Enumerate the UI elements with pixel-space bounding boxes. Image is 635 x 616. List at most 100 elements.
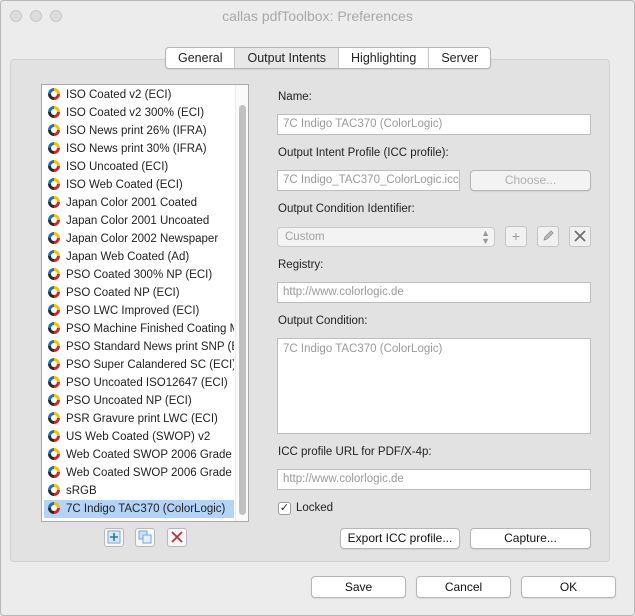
- profile-list-item[interactable]: Japan Color 2001 Coated: [44, 194, 234, 212]
- profile-list-item[interactable]: ISO Uncoated (ECI): [44, 158, 234, 176]
- tab-general[interactable]: General: [166, 48, 236, 68]
- profile-list-item[interactable]: 7C Indigo TAC370 (ColorLogic): [44, 500, 234, 518]
- profile-list[interactable]: ISO Coated v2 (ECI) ISO Coated v2 300% (E…: [41, 84, 249, 522]
- profile-list-item[interactable]: PSO Machine Finished Coating M: [44, 320, 234, 338]
- locked-checkbox[interactable]: ✓: [278, 502, 291, 515]
- add-profile-button[interactable]: [104, 528, 124, 547]
- edit-identifier-button[interactable]: [537, 226, 559, 247]
- profile-list-item-label: ISO Coated v2 (ECI): [66, 89, 172, 101]
- save-button[interactable]: Save: [311, 576, 406, 598]
- profile-list-item[interactable]: Web Coated SWOP 2006 Grade 5: [44, 464, 234, 482]
- profile-list-item-label: ISO News print 26% (IFRA): [66, 125, 207, 137]
- delete-profile-button[interactable]: [167, 528, 187, 547]
- output-condition-textarea[interactable]: 7C Indigo TAC370 (ColorLogic): [277, 338, 591, 434]
- color-profile-icon: [48, 322, 60, 334]
- profile-list-item[interactable]: Japan Color 2002 Newspaper: [44, 230, 234, 248]
- color-profile-icon: [48, 232, 60, 244]
- color-profile-icon: [48, 214, 60, 226]
- duplicate-profile-button[interactable]: [135, 528, 155, 547]
- profile-list-item-label: PSO Super Calandered SC (ECI): [66, 359, 234, 371]
- profile-list-item-label: ISO Web Coated (ECI): [66, 179, 183, 191]
- profile-list-item[interactable]: Web Coated SWOP 2006 Grade 3: [44, 446, 234, 464]
- delete-icon: [171, 531, 183, 543]
- profile-list-item-label: Japan Color 2001 Uncoated: [66, 215, 210, 227]
- profile-list-item-label: Japan Web Coated (Ad): [66, 251, 190, 263]
- icc-url-field[interactable]: http://www.colorlogic.de: [277, 469, 591, 490]
- profile-list-item[interactable]: sRGB: [44, 482, 234, 500]
- color-profile-icon: [48, 142, 60, 154]
- profile-list-item-label: PSO Uncoated ISO12647 (ECI): [66, 377, 228, 389]
- cancel-button[interactable]: Cancel: [416, 576, 511, 598]
- tab-server[interactable]: Server: [429, 48, 490, 68]
- tab-bar: General Output Intents Highlighting Serv…: [165, 47, 492, 69]
- profile-list-item[interactable]: ISO News print 26% (IFRA): [44, 122, 234, 140]
- color-profile-icon: [48, 124, 60, 136]
- tab-highlighting[interactable]: Highlighting: [339, 48, 430, 68]
- profile-list-item[interactable]: ISO Coated v2 (ECI): [44, 86, 234, 104]
- icc-profile-field[interactable]: 7C Indigo_TAC370_ColorLogic.icc: [277, 170, 460, 191]
- color-profile-icon: [48, 484, 60, 496]
- profile-list-item[interactable]: PSO LWC Improved (ECI): [44, 302, 234, 320]
- color-profile-icon: [48, 286, 60, 298]
- profile-list-item[interactable]: PSO Coated 300% NP (ECI): [44, 266, 234, 284]
- profile-list-item-label: Japan Color 2001 Coated: [66, 197, 198, 209]
- list-scrollbar-thumb[interactable]: [239, 105, 246, 515]
- remove-identifier-button[interactable]: [569, 226, 591, 247]
- select-value: Custom: [285, 231, 325, 243]
- registry-field[interactable]: http://www.colorlogic.de: [277, 282, 591, 303]
- profile-list-item-label: PSO Coated 300% NP (ECI): [66, 269, 213, 281]
- profile-list-item[interactable]: PSO Standard News print SNP (E: [44, 338, 234, 356]
- profile-list-item-label: 7C Indigo TAC370 (ColorLogic): [66, 503, 226, 515]
- profile-list-item[interactable]: US Web Coated (SWOP) v2: [44, 428, 234, 446]
- profile-list-item-label: PSO Uncoated NP (ECI): [66, 395, 192, 407]
- profile-list-item-label: PSO Coated NP (ECI): [66, 287, 180, 299]
- profile-list-item[interactable]: Japan Web Coated (Ad): [44, 248, 234, 266]
- profile-list-item[interactable]: ISO News print 30% (IFRA): [44, 140, 234, 158]
- color-profile-icon: [48, 430, 60, 442]
- output-condition-identifier-select[interactable]: Custom ▲ ▼: [277, 227, 495, 247]
- pencil-icon: [543, 230, 554, 241]
- profile-list-item-label: ISO Uncoated (ECI): [66, 161, 169, 173]
- export-icc-profile-button[interactable]: Export ICC profile...: [340, 528, 460, 549]
- color-profile-icon: [48, 394, 60, 406]
- plus-icon: +: [511, 228, 521, 244]
- profile-list-item-label: US Web Coated (SWOP) v2: [66, 431, 211, 443]
- color-profile-icon: [48, 466, 60, 478]
- window-title: callas pdfToolbox: Preferences: [222, 8, 413, 24]
- profile-list-item[interactable]: PSO Uncoated ISO12647 (ECI): [44, 374, 234, 392]
- select-arrows-icon: ▲ ▼: [481, 228, 490, 246]
- profile-list-item-label: PSO Machine Finished Coating M: [66, 323, 234, 335]
- icc-url-label: ICC profile URL for PDF/X-4p:: [278, 446, 432, 458]
- tab-output-intents[interactable]: Output Intents: [235, 48, 340, 68]
- name-field[interactable]: 7C Indigo TAC370 (ColorLogic): [277, 114, 591, 135]
- profile-list-item[interactable]: PSO Uncoated NP (ECI): [44, 392, 234, 410]
- profile-list-item[interactable]: PSR Gravure print LWC (ECI): [44, 410, 234, 428]
- color-profile-icon: [48, 268, 60, 280]
- locked-label: Locked: [296, 502, 334, 514]
- profile-list-item-label: PSR Gravure print LWC (ECI): [66, 413, 218, 425]
- name-label: Name:: [278, 91, 312, 103]
- profile-list-item-label: Web Coated SWOP 2006 Grade 5: [66, 467, 234, 479]
- profile-list-item[interactable]: ISO Coated v2 300% (ECI): [44, 104, 234, 122]
- ok-button[interactable]: OK: [521, 576, 616, 598]
- duplicate-icon: [138, 530, 152, 544]
- color-profile-icon: [48, 412, 60, 424]
- add-identifier-button[interactable]: +: [505, 226, 527, 247]
- color-profile-icon: [48, 250, 60, 262]
- title-bar: callas pdfToolbox: Preferences: [1, 1, 634, 31]
- profile-list-item-label: Web Coated SWOP 2006 Grade 3: [66, 449, 234, 461]
- output-condition-identifier-label: Output Condition Identifier:: [278, 203, 415, 215]
- profile-list-item[interactable]: ISO Web Coated (ECI): [44, 176, 234, 194]
- profile-list-item[interactable]: PSO Super Calandered SC (ECI): [44, 356, 234, 374]
- profile-list-item[interactable]: PSO Coated NP (ECI): [44, 284, 234, 302]
- color-profile-icon: [48, 304, 60, 316]
- list-scrollbar[interactable]: [235, 85, 248, 521]
- profile-list-item-label: Japan Color 2002 Newspaper: [66, 233, 219, 245]
- capture-button[interactable]: Capture...: [470, 528, 591, 549]
- color-profile-icon: [48, 376, 60, 388]
- choose-button[interactable]: Choose...: [470, 170, 591, 191]
- close-icon: [574, 230, 586, 242]
- profile-list-item[interactable]: Japan Color 2001 Uncoated: [44, 212, 234, 230]
- color-profile-icon: [48, 448, 60, 460]
- color-profile-icon: [48, 358, 60, 370]
